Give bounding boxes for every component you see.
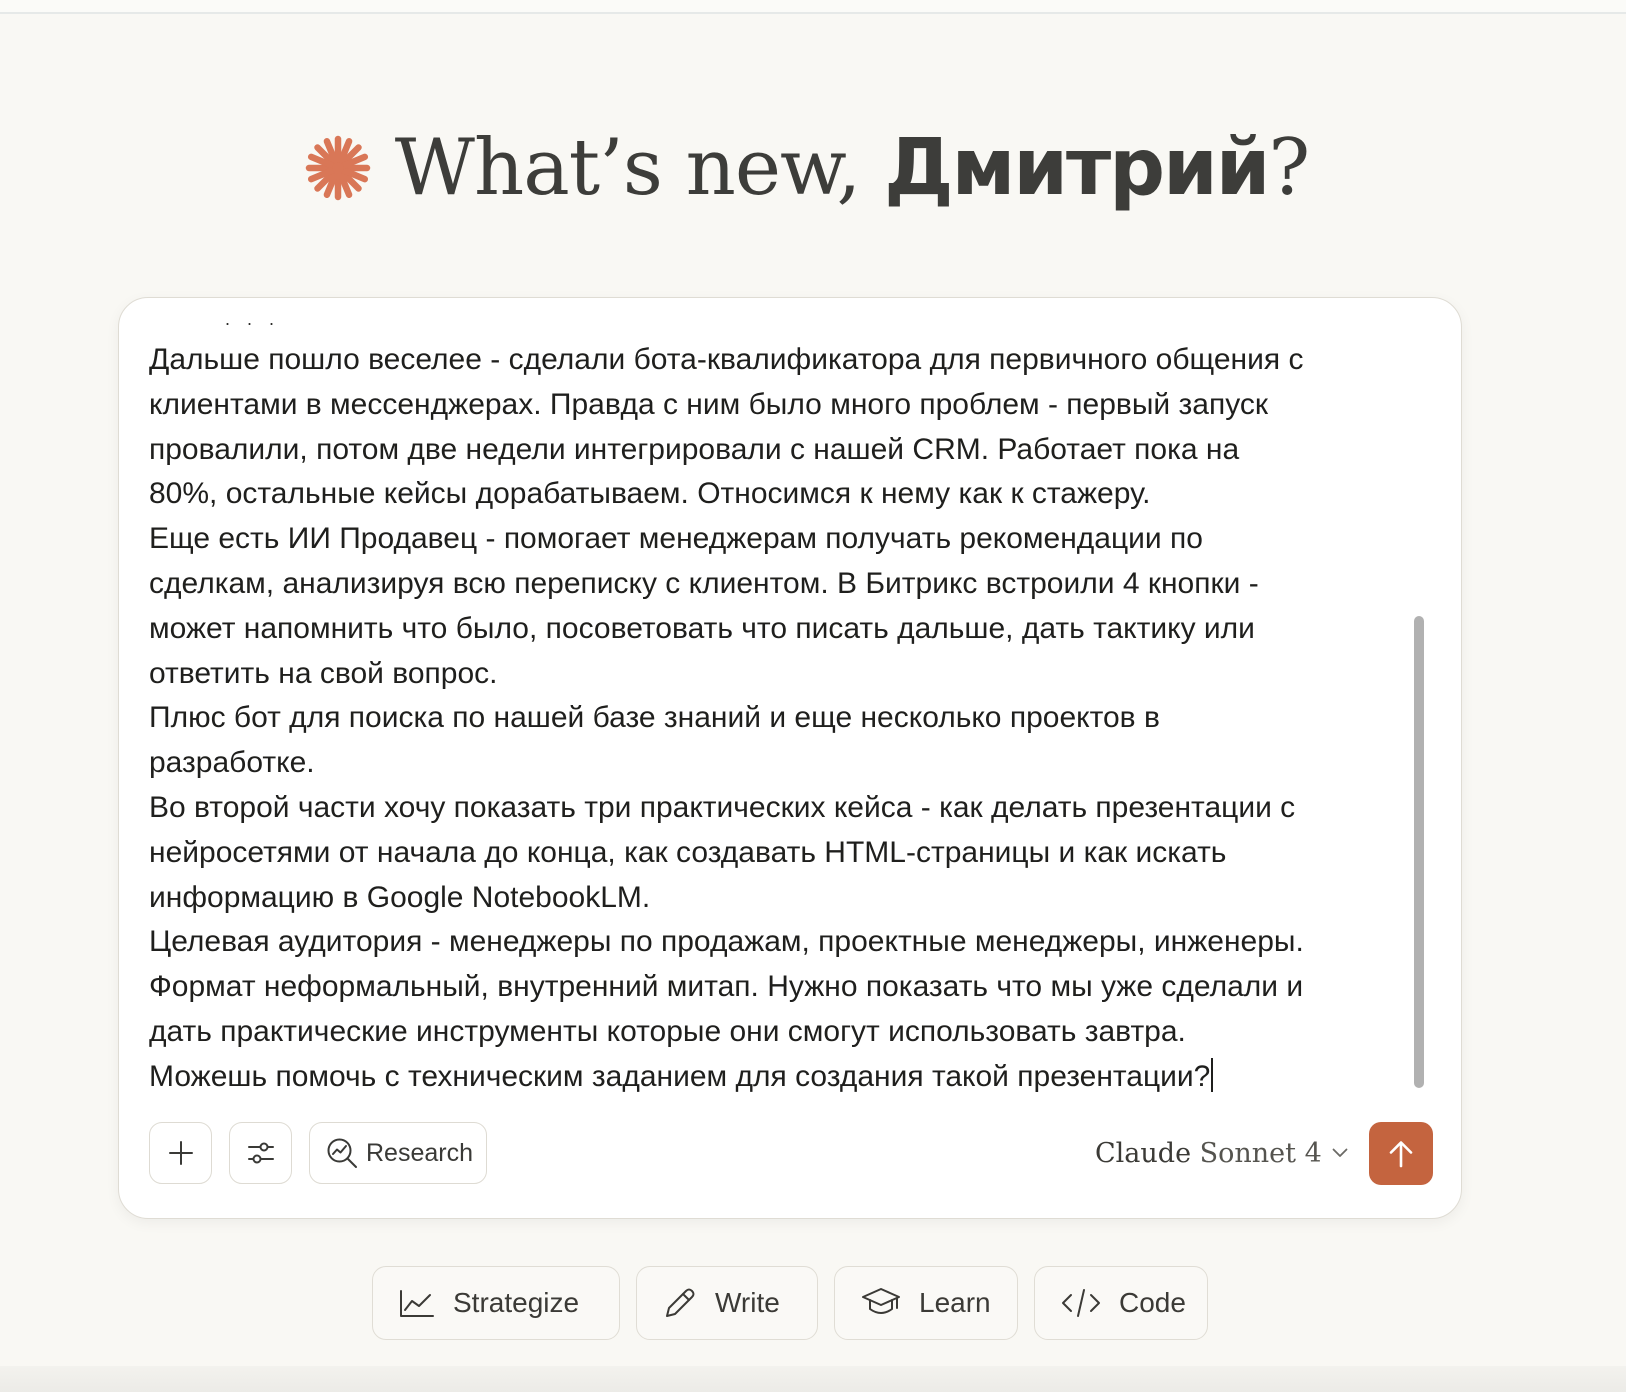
text-line: Целевая аудитория - менеджеры по продажа… xyxy=(149,925,1304,959)
text-line: Плюс бот для поиска по нашей базе знаний… xyxy=(149,701,1160,735)
arrow-up-icon xyxy=(1389,1140,1413,1167)
text-line: Дальше пошло веселее - сделали бота-квал… xyxy=(149,343,1304,376)
message-input[interactable]: . . . Дальше пошло веселее - сделали бот… xyxy=(149,314,1411,1094)
pencil-icon xyxy=(666,1288,695,1317)
tools-settings-button[interactable] xyxy=(229,1122,292,1184)
research-button[interactable]: Research xyxy=(309,1122,487,1184)
text-line: клиентами в мессенджерах. Правда с ним б… xyxy=(149,387,1268,421)
greeting-prefix: What’s new, xyxy=(394,123,885,213)
write-button[interactable]: Write xyxy=(636,1266,818,1340)
research-icon xyxy=(327,1138,357,1168)
bottom-edge xyxy=(0,1366,1626,1392)
chevron-down-icon xyxy=(1332,1148,1348,1157)
add-content-button[interactable] xyxy=(149,1122,212,1184)
text-line: сделкам, анализируя всю переписку с клие… xyxy=(149,566,1259,600)
text-line: ответить на свой вопрос. xyxy=(149,656,498,690)
model-label: Claude Sonnet 4 xyxy=(1095,1138,1322,1169)
model-brand: Claude xyxy=(1095,1137,1192,1169)
text-line: может напомнить что было, посоветовать ч… xyxy=(149,611,1255,645)
model-name: Sonnet 4 xyxy=(1199,1137,1322,1169)
code-button[interactable]: Code xyxy=(1034,1266,1208,1340)
clipped-text-line: . . . xyxy=(225,314,281,329)
message-composer: . . . Дальше пошло веселее - сделали бот… xyxy=(118,297,1462,1219)
greeting-row: What’s new, Дмитрий? xyxy=(303,129,1310,207)
page-title: What’s new, Дмитрий? xyxy=(395,129,1310,207)
send-button[interactable] xyxy=(1369,1122,1433,1185)
text-caret xyxy=(1211,1057,1214,1092)
text-line: разработке. xyxy=(149,746,315,780)
text-line: Формат неформальный, внутренний митап. Н… xyxy=(149,970,1304,1004)
text-line: нейросетями от начала до конца, как созд… xyxy=(149,835,1227,869)
greeting: What’s new, Дмитрий? xyxy=(0,118,1626,218)
sliders-icon xyxy=(247,1142,274,1164)
text-line: провалили, потом две недели интегрировал… xyxy=(149,432,1240,466)
strategize-button[interactable]: Strategize xyxy=(372,1266,620,1340)
learn-label: Learn xyxy=(919,1287,991,1318)
text-line: дать практические инструменты которые он… xyxy=(149,1014,1186,1048)
scrollbar[interactable] xyxy=(1414,616,1424,1088)
greeting-suffix: ? xyxy=(1268,123,1310,213)
research-label: Research xyxy=(366,1138,473,1167)
code-label: Code xyxy=(1119,1287,1186,1318)
user-name: Дмитрий xyxy=(884,123,1270,213)
message-text: Дальше пошло веселее - сделали бота-квал… xyxy=(149,338,1411,1094)
claude-spark-icon xyxy=(305,135,371,201)
text-line: информацию в Google NotebookLM. xyxy=(149,880,651,914)
write-label: Write xyxy=(715,1287,780,1318)
text-line: Еще есть ИИ Продавец - помогает менеджер… xyxy=(149,522,1203,556)
text-line: Можешь помочь с техническим заданием для… xyxy=(149,1059,1211,1093)
text-line: 80%, остальные кейсы дорабатываем. Относ… xyxy=(149,477,1151,511)
top-border xyxy=(0,0,1626,14)
trend-chart-icon xyxy=(400,1290,434,1317)
code-icon xyxy=(1062,1289,1100,1317)
text-line-last: Можешь помочь с техническим заданием для… xyxy=(149,1055,1411,1094)
model-selector[interactable]: Claude Sonnet 4 xyxy=(1095,1130,1348,1176)
graduation-cap-icon xyxy=(862,1288,900,1314)
plus-icon xyxy=(168,1141,193,1165)
learn-button[interactable]: Learn xyxy=(834,1266,1018,1340)
text-line: Во второй части хочу показать три практи… xyxy=(149,790,1296,824)
strategize-label: Strategize xyxy=(453,1287,580,1318)
